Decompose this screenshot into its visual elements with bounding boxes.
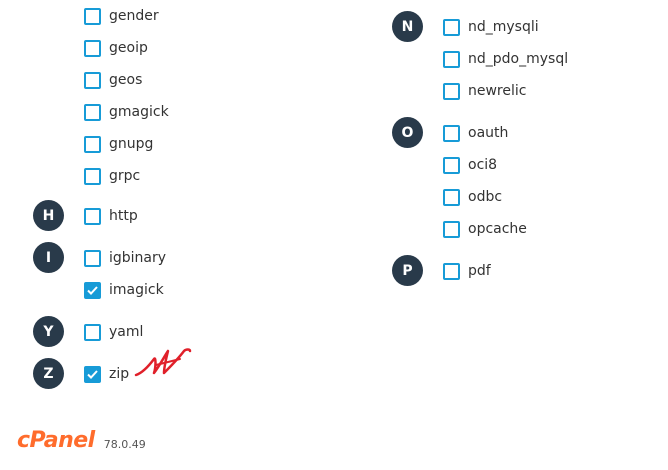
- extension-item-grpc[interactable]: grpc: [84, 160, 140, 192]
- extension-label: zip: [109, 366, 130, 382]
- letter-badge-y: Y: [33, 316, 64, 347]
- extension-label: oci8: [468, 157, 498, 173]
- extension-item-gnupg[interactable]: gnupg: [84, 128, 153, 160]
- extension-label: geos: [109, 72, 143, 88]
- extension-item-newrelic[interactable]: newrelic: [443, 75, 526, 107]
- checkbox[interactable]: [84, 7, 101, 25]
- extension-label: grpc: [109, 168, 141, 184]
- checkbox[interactable]: [443, 188, 460, 206]
- checkbox[interactable]: [443, 220, 460, 238]
- letter-badge-n: N: [392, 11, 423, 42]
- extension-item-zip[interactable]: zip: [84, 358, 129, 390]
- extensions-page: gender geoip geos gmagick gnupg grpc H h…: [0, 0, 668, 470]
- extension-label: nd_mysqli: [468, 19, 539, 35]
- extension-label: newrelic: [468, 83, 527, 99]
- checkbox[interactable]: [443, 262, 460, 280]
- checkbox-checked[interactable]: [84, 365, 101, 383]
- checkbox[interactable]: [443, 156, 460, 174]
- extension-label: pdf: [468, 263, 491, 279]
- checkbox[interactable]: [443, 50, 460, 68]
- extension-item-gmagick[interactable]: gmagick: [84, 96, 169, 128]
- extension-label: gender: [109, 8, 159, 24]
- cpanel-logo: cPanel: [17, 428, 95, 453]
- extension-item-pdf[interactable]: pdf: [443, 255, 491, 287]
- extension-item-oci8[interactable]: oci8: [443, 149, 497, 181]
- checkbox[interactable]: [84, 39, 101, 57]
- checkbox[interactable]: [84, 71, 101, 89]
- extension-item-gender[interactable]: gender: [84, 0, 159, 32]
- extension-item-geos[interactable]: geos: [84, 64, 142, 96]
- check-icon: [87, 369, 98, 379]
- checkbox[interactable]: [84, 323, 101, 341]
- extension-label: odbc: [468, 189, 503, 205]
- extension-label: imagick: [109, 282, 164, 298]
- checkbox[interactable]: [84, 167, 101, 185]
- extension-item-nd-pdo-mysql[interactable]: nd_pdo_mysql: [443, 43, 568, 75]
- letter-badge-o: O: [392, 117, 423, 148]
- checkbox[interactable]: [84, 249, 101, 267]
- checkbox[interactable]: [443, 18, 460, 36]
- extension-item-geoip[interactable]: geoip: [84, 32, 148, 64]
- red-scribble-annotation: [134, 348, 192, 377]
- letter-badge-i: I: [33, 242, 64, 273]
- letter-badge-p: P: [392, 255, 423, 286]
- extension-item-oauth[interactable]: oauth: [443, 117, 508, 149]
- extension-label: nd_pdo_mysql: [468, 51, 569, 67]
- checkbox[interactable]: [84, 135, 101, 153]
- extension-label: oauth: [468, 125, 509, 141]
- footer: cPanel 78.0.49: [17, 428, 146, 453]
- check-icon: [87, 285, 98, 295]
- letter-badge-h: H: [33, 200, 64, 231]
- extension-item-odbc[interactable]: odbc: [443, 181, 502, 213]
- extension-label: gnupg: [109, 136, 154, 152]
- extension-item-imagick[interactable]: imagick: [84, 274, 164, 306]
- letter-badge-z: Z: [33, 358, 64, 389]
- extension-item-igbinary[interactable]: igbinary: [84, 242, 166, 274]
- extension-item-nd-mysqli[interactable]: nd_mysqli: [443, 11, 539, 43]
- extension-label: gmagick: [109, 104, 169, 120]
- checkbox[interactable]: [84, 207, 101, 225]
- checkbox[interactable]: [443, 82, 460, 100]
- checkbox[interactable]: [443, 124, 460, 142]
- checkbox-checked[interactable]: [84, 281, 101, 299]
- extension-label: igbinary: [109, 250, 167, 266]
- extension-label: geoip: [109, 40, 148, 56]
- extension-item-opcache[interactable]: opcache: [443, 213, 527, 245]
- extension-label: opcache: [468, 221, 527, 237]
- version-number: 78.0.49: [103, 438, 146, 451]
- extension-item-http[interactable]: http: [84, 200, 138, 232]
- checkbox[interactable]: [84, 103, 101, 121]
- extension-item-yaml[interactable]: yaml: [84, 316, 143, 348]
- extension-label: yaml: [109, 324, 144, 340]
- extension-label: http: [109, 208, 138, 224]
